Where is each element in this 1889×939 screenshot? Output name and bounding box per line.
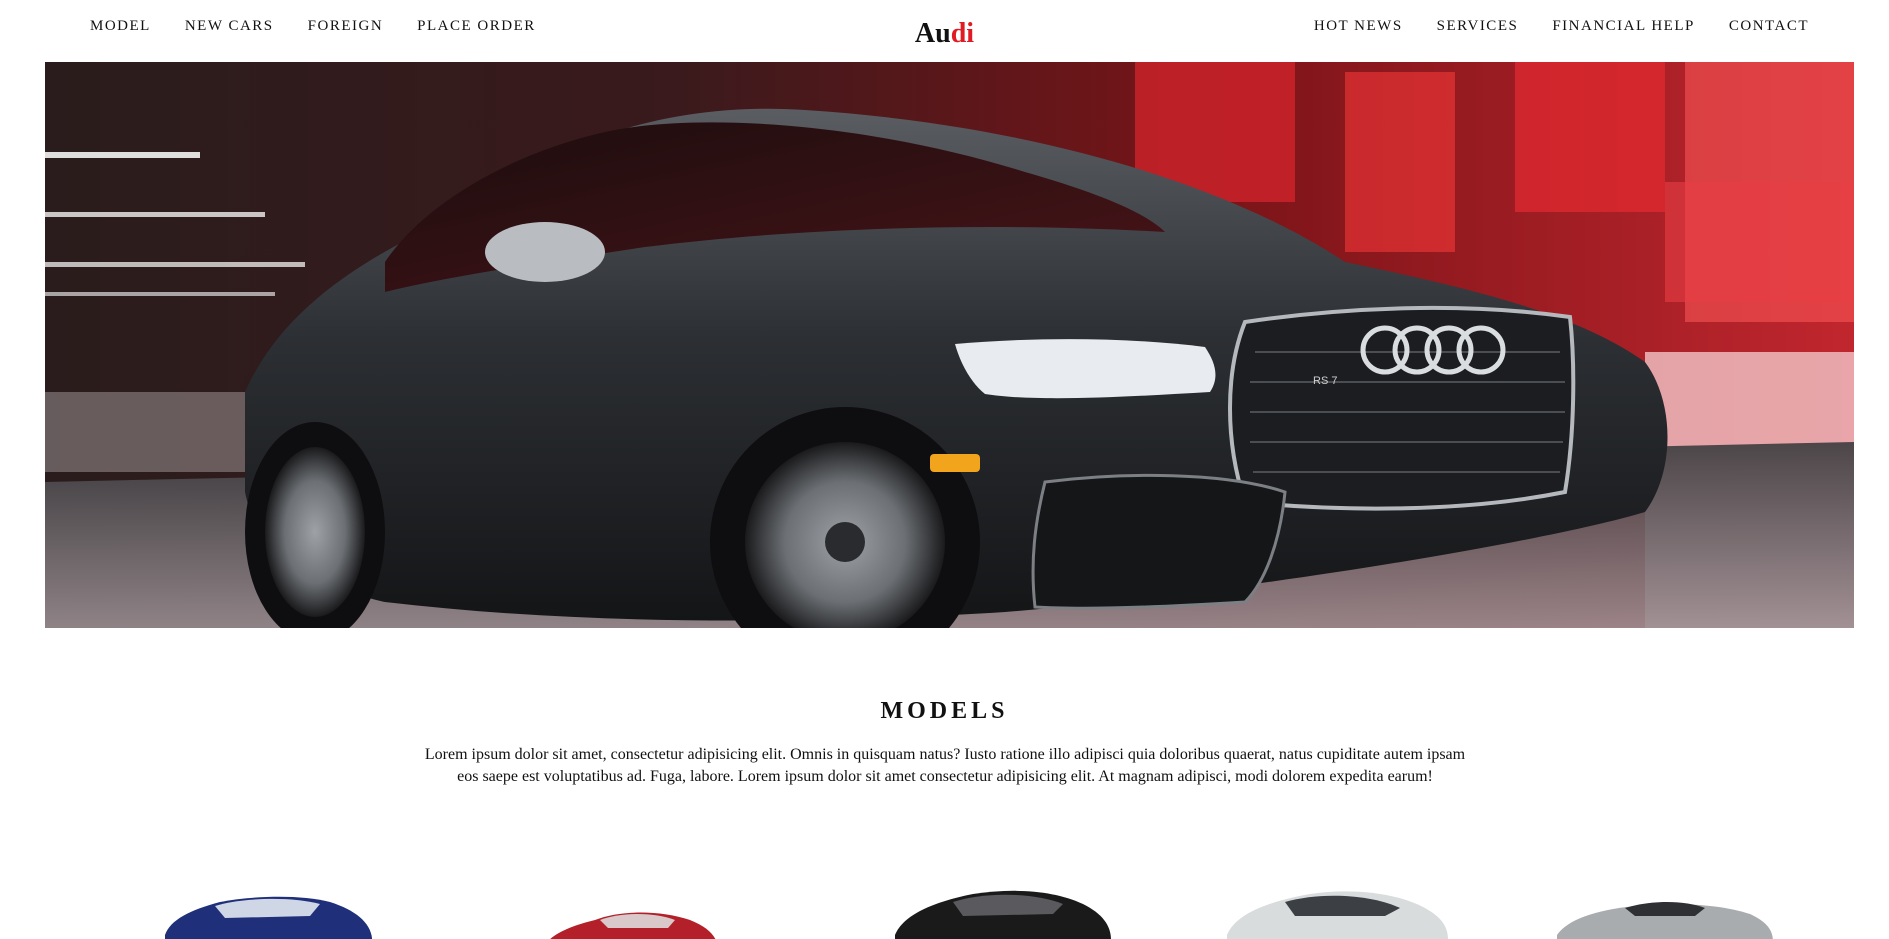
nav-link-place-order[interactable]: PLACE ORDER [417,18,536,35]
model-card-red-sedan[interactable] [540,880,720,939]
model-card-blue-suv[interactable] [160,880,375,939]
nav-link-hot-news[interactable]: HOT NEWS [1314,18,1403,35]
top-navigation: MODEL NEW CARS FOREIGN PLACE ORDER Audi … [0,0,1889,62]
nav-link-contact[interactable]: CONTACT [1729,18,1809,35]
black-sedan-image [895,890,1111,939]
red-sedan-image [550,912,716,939]
model-card-white-coupe[interactable] [1225,880,1450,939]
blue-suv-image [165,896,372,939]
nav-left-group: MODEL NEW CARS FOREIGN PLACE ORDER [90,18,570,35]
models-section-description: Lorem ipsum dolor sit amet, consectetur … [424,746,1466,785]
hero-banner: RS 7 [45,62,1854,628]
brand-logo[interactable]: Audi [915,18,974,49]
logo-text-part2: di [950,18,975,49]
nav-link-services[interactable]: SERVICES [1437,18,1519,35]
nav-right-group: HOT NEWS SERVICES FINANCIAL HELP CONTACT [1280,18,1809,35]
silver-convertible-image [1557,902,1773,939]
white-coupe-image [1227,891,1448,939]
hero-car-image: RS 7 [45,62,1854,628]
models-car-row [0,880,1889,939]
nav-link-financial-help[interactable]: FINANCIAL HELP [1552,18,1695,35]
nav-link-model[interactable]: MODEL [90,18,151,35]
nav-link-foreign[interactable]: FOREIGN [308,18,384,35]
model-card-silver-convertible[interactable] [1555,880,1775,939]
nav-link-new-cars[interactable]: NEW CARS [185,18,274,35]
models-section-title: MODELS [880,698,1009,724]
model-card-black-sedan[interactable] [893,880,1113,939]
logo-text-part1: Au [914,18,951,49]
hero-badge-text: RS 7 [1313,375,1337,387]
